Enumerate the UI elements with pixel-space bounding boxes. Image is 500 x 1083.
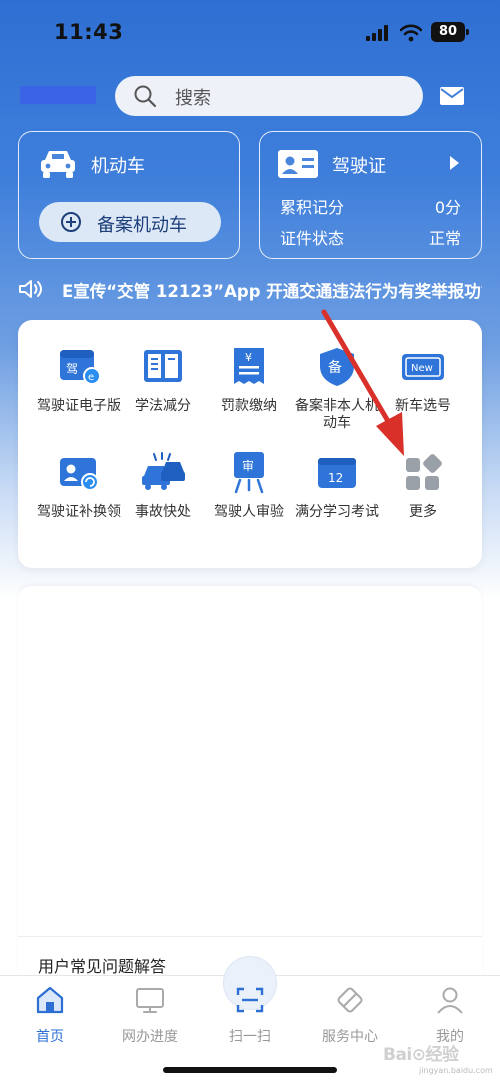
service-icon: [337, 987, 363, 1013]
tab-home[interactable]: 首页: [10, 984, 90, 1046]
points-label: 累积记分: [280, 198, 345, 217]
service-label: 驾驶证补换领: [37, 504, 121, 520]
review-badge-text: 审: [242, 458, 254, 473]
service-fine-payment[interactable]: ¥ 罚款缴纳: [204, 344, 294, 415]
service-accident[interactable]: 事故快处: [118, 450, 208, 521]
add-vehicle-button[interactable]: 备案机动车: [39, 202, 221, 242]
annotation-arrow: [321, 309, 404, 456]
scan-icon: [236, 987, 264, 1013]
tab-label: 扫一扫: [229, 1029, 271, 1045]
service-license-renew[interactable]: 驾驶证补换领: [34, 450, 124, 521]
monitor-icon: [136, 988, 164, 1013]
plus-circle-icon: [61, 212, 81, 232]
tab-label: 首页: [36, 1029, 64, 1045]
chevron-right-icon: [450, 156, 459, 170]
svg-text:e: e: [88, 372, 94, 383]
electronic-license-icon: 驾 e: [60, 350, 101, 385]
announcement-marquee[interactable]: E宣传“交管 12123”App 开通交通违法行为有奖举报功能: [62, 278, 482, 302]
search-placeholder: 搜索: [175, 88, 211, 109]
accident-icon: [142, 452, 185, 490]
status-time: 11:43: [54, 20, 124, 44]
add-vehicle-label: 备案机动车: [97, 215, 187, 236]
service-label: 学法减分: [135, 398, 191, 414]
license-card-title: 驾驶证: [332, 156, 386, 177]
home-indicator: [163, 1067, 337, 1073]
svg-text:¥: ¥: [245, 351, 252, 364]
service-label: 罚款缴纳: [221, 398, 277, 414]
service-electronic-license[interactable]: 驾 e 驾驶证电子版: [34, 344, 124, 415]
wifi-icon: [400, 24, 422, 42]
service-label: 更多: [409, 504, 437, 520]
exam-badge-text: 12: [328, 471, 343, 485]
mail-icon[interactable]: [440, 86, 464, 106]
status-label: 证件状态: [280, 229, 345, 248]
battery-indicator: 80: [431, 22, 469, 42]
license-renew-icon: [60, 458, 99, 491]
home-icon: [36, 986, 64, 1014]
service-study-points[interactable]: 学法减分: [118, 344, 208, 415]
faq-title: 用户常见问题解答: [38, 957, 167, 976]
speaker-icon: [19, 280, 42, 298]
service-label: 满分学习考试: [295, 504, 379, 520]
service-driver-review[interactable]: 审 驾驶人审验: [204, 450, 294, 521]
service-label: 驾驶人审验: [214, 504, 284, 520]
license-card[interactable]: 驾驶证 累积记分 0分 证件状态 正常: [259, 131, 482, 259]
content-panel: [18, 585, 482, 985]
tab-profile[interactable]: 我的: [410, 984, 490, 1046]
user-name-redacted[interactable]: [20, 86, 96, 104]
service-label: 事故快处: [135, 504, 191, 520]
search-bar[interactable]: 搜索: [115, 76, 423, 116]
license-badge-text: 驾: [66, 362, 78, 376]
vehicle-card-title: 机动车: [91, 156, 145, 177]
tab-progress[interactable]: 网办进度: [110, 984, 190, 1046]
tab-label: 服务中心: [322, 1029, 378, 1045]
status-value: 正常: [428, 229, 461, 248]
status-bar: 11:43 80: [0, 0, 500, 64]
watermark-url: jingyan.baidu.com: [419, 1066, 493, 1075]
vehicle-card[interactable]: 机动车 备案机动车: [18, 131, 240, 259]
search-icon: [134, 85, 157, 108]
service-label: 驾驶证电子版: [37, 398, 121, 414]
tab-scan[interactable]: 扫一扫: [210, 984, 290, 1046]
tab-label: 网办进度: [122, 1029, 178, 1045]
signal-icon: [366, 25, 390, 41]
study-book-icon: [144, 350, 182, 382]
driver-review-icon: 审: [234, 452, 264, 494]
car-icon: [41, 151, 75, 178]
fine-payment-icon: ¥: [234, 348, 264, 384]
watermark: Bai⊙经验 jingyan.baidu.com: [383, 1040, 495, 1076]
id-card-icon: [278, 150, 318, 178]
points-value: 0分: [434, 198, 461, 217]
profile-icon: [437, 987, 463, 1014]
tab-service-center[interactable]: 服务中心: [310, 984, 390, 1046]
watermark-main: Bai⊙经验: [383, 1045, 459, 1065]
